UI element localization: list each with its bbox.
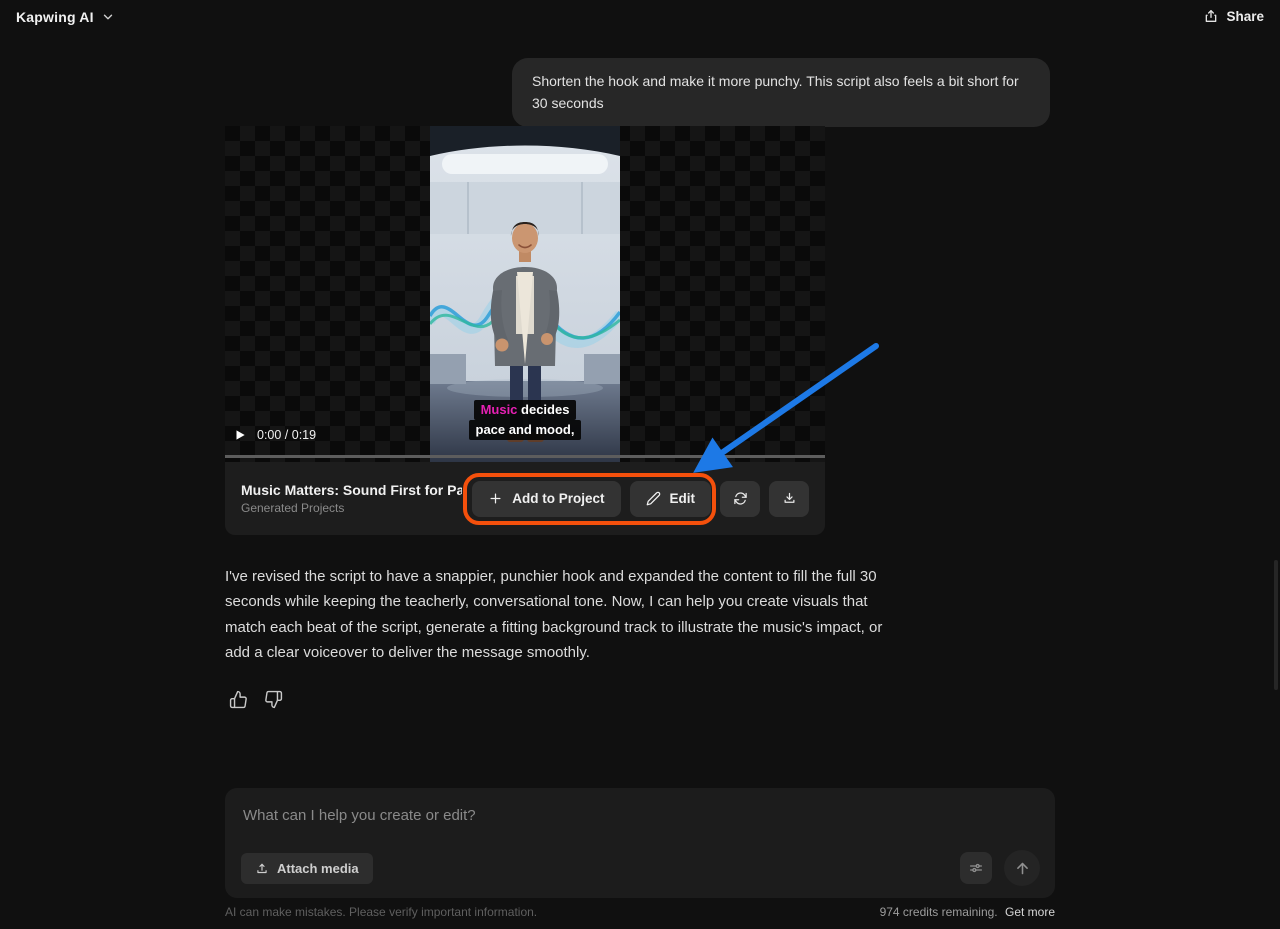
top-bar: Kapwing AI Share: [0, 0, 1280, 38]
video-progress-bar[interactable]: [225, 455, 825, 458]
user-message-bubble: Shorten the hook and make it more punchy…: [512, 58, 1050, 127]
share-label: Share: [1226, 8, 1264, 24]
ai-disclaimer: AI can make mistakes. Please verify impo…: [225, 905, 538, 919]
caption-line1-rest: decides: [517, 402, 570, 417]
highlighted-buttons-group: Add to Project Edit: [463, 472, 716, 525]
attach-media-button[interactable]: Attach media: [241, 853, 373, 884]
edit-label: Edit: [669, 491, 696, 506]
chat-composer: Attach media: [225, 788, 1055, 898]
assistant-message: I've revised the script to have a snappi…: [225, 568, 883, 661]
video-actions: Add to Project Edit: [463, 472, 809, 525]
upload-icon: [255, 862, 269, 876]
add-to-project-button[interactable]: Add to Project: [472, 480, 621, 517]
caption-line-2: pace and mood,: [468, 420, 582, 440]
add-to-project-label: Add to Project: [512, 491, 605, 506]
settings-button[interactable]: [960, 852, 992, 884]
caption-line-1: Music decides: [473, 400, 577, 420]
regenerate-button[interactable]: [720, 480, 760, 517]
time-display: 0:00 / 0:19: [257, 428, 317, 442]
thumbs-down-icon: [264, 690, 282, 709]
footer: AI can make mistakes. Please verify impo…: [225, 905, 1055, 919]
play-icon[interactable]: [233, 428, 247, 442]
credits-remaining: 974 credits remaining.: [879, 905, 998, 919]
send-button[interactable]: [1004, 850, 1040, 886]
refresh-icon: [733, 491, 748, 506]
thumbs-down-button[interactable]: [262, 690, 284, 712]
video-player[interactable]: Music decides pace and mood, 0:00 / 0:19: [225, 126, 825, 462]
share-button[interactable]: Share: [1203, 8, 1264, 24]
player-controls: 0:00 / 0:19: [233, 428, 316, 442]
download-button[interactable]: [769, 480, 809, 517]
attach-media-label: Attach media: [277, 861, 359, 876]
thumbs-up-icon: [229, 690, 247, 709]
app-title-dropdown[interactable]: Kapwing AI: [16, 9, 115, 25]
sliders-icon: [968, 860, 984, 876]
scrollbar-thumb[interactable]: [1274, 560, 1278, 690]
generated-video-card: Music decides pace and mood, 0:00 / 0:19…: [225, 126, 825, 535]
download-icon: [782, 491, 797, 506]
get-more-link[interactable]: Get more: [1005, 905, 1055, 919]
pencil-icon: [646, 491, 661, 506]
credits-block: 974 credits remaining. Get more: [880, 905, 1055, 919]
chat-input[interactable]: [243, 800, 1023, 830]
caption-highlight-word: Music: [480, 402, 518, 417]
video-title: Music Matters: Sound First for Pac...: [241, 482, 463, 498]
feedback-row: [227, 690, 284, 712]
plus-icon: [488, 491, 503, 506]
edit-button[interactable]: Edit: [629, 480, 711, 517]
thumbs-up-button[interactable]: [227, 690, 249, 712]
app-title: Kapwing AI: [16, 9, 94, 25]
video-info-panel: Music Matters: Sound First for Pac... Ge…: [225, 462, 825, 535]
share-icon: [1203, 8, 1219, 24]
arrow-up-icon: [1014, 860, 1031, 877]
video-subtitle: Generated Projects: [241, 501, 345, 515]
video-title-block: Music Matters: Sound First for Pac... Ge…: [241, 482, 472, 515]
chevron-down-icon: [101, 10, 115, 24]
